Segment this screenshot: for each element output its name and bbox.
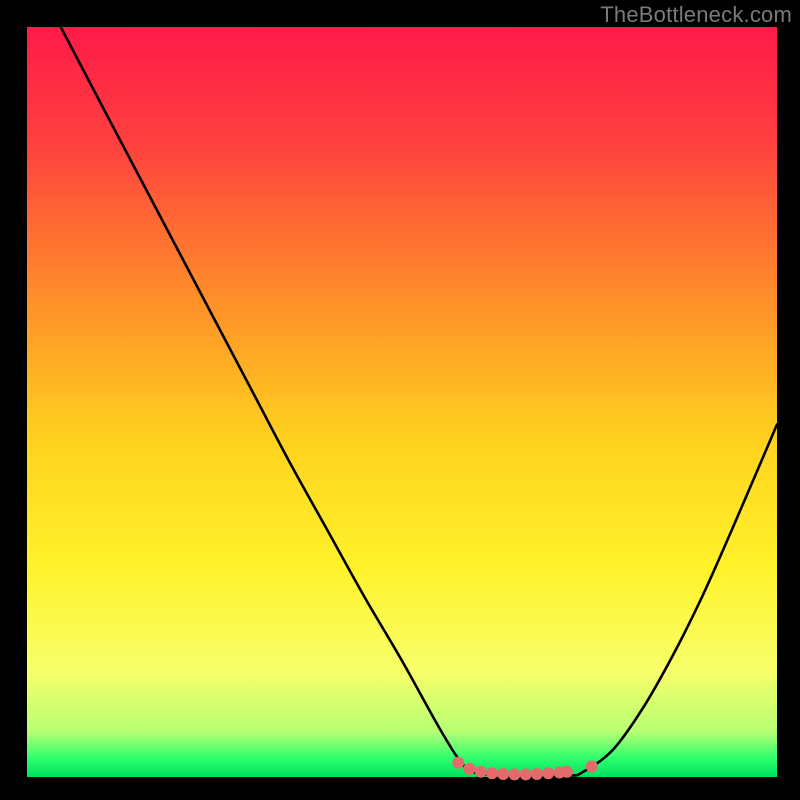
watermark-text: TheBottleneck.com: [600, 2, 792, 28]
chart-frame: TheBottleneck.com: [0, 0, 800, 800]
marker-dot: [464, 763, 476, 775]
marker-dot: [497, 768, 509, 780]
marker-dot: [509, 768, 521, 780]
marker-dot: [475, 766, 487, 778]
marker-dot: [531, 768, 543, 780]
marker-dot: [542, 767, 554, 779]
bottleneck-chart-svg: [0, 0, 800, 800]
marker-dot: [586, 761, 598, 773]
plot-background: [27, 27, 777, 777]
marker-dot: [520, 768, 532, 780]
marker-dot: [452, 757, 464, 769]
marker-dot: [486, 767, 498, 779]
marker-dot: [561, 766, 573, 778]
